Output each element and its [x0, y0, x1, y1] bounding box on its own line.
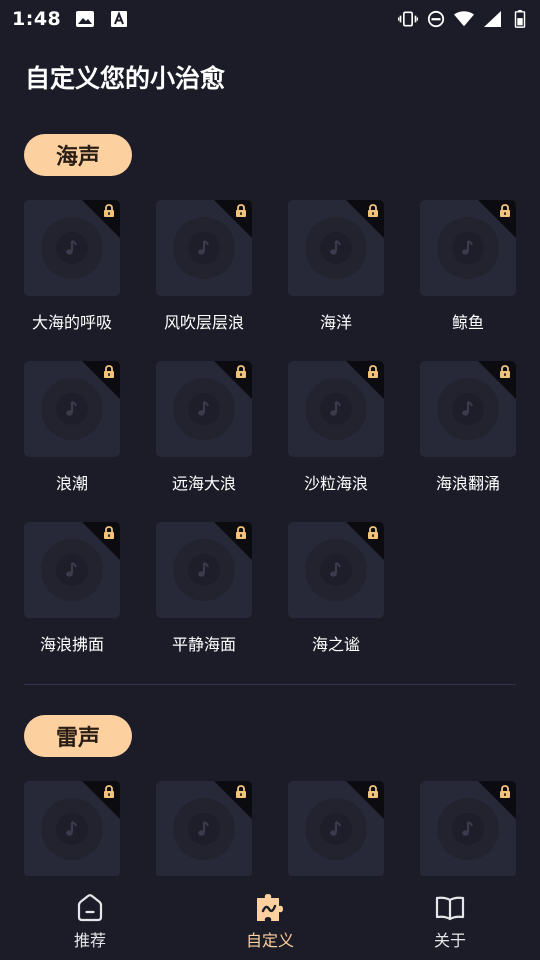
- font-notification-icon: [111, 11, 128, 27]
- nav-item-custom[interactable]: 自定义: [210, 876, 330, 960]
- section-divider: [24, 684, 516, 685]
- status-bar: 1:48: [0, 0, 540, 38]
- sound-card[interactable]: [156, 781, 252, 877]
- section-pill-ocean[interactable]: 海声: [24, 134, 132, 176]
- sound-card[interactable]: [24, 781, 120, 877]
- sound-card-label: 海之谧: [311, 635, 360, 654]
- sound-card[interactable]: [420, 200, 516, 296]
- sound-card-label: 大海的呼吸: [31, 313, 112, 332]
- lock-icon: [368, 204, 378, 217]
- signal-icon: [484, 11, 501, 27]
- sound-card-label: 鲸鱼: [451, 313, 484, 332]
- wifi-icon: [454, 11, 474, 27]
- sound-card[interactable]: [156, 200, 252, 296]
- sound-card[interactable]: [288, 522, 384, 618]
- lock-icon: [236, 365, 246, 378]
- lock-icon: [500, 204, 510, 217]
- lock-icon: [236, 204, 246, 217]
- nav-label-custom: 自定义: [245, 931, 294, 950]
- sound-card[interactable]: [156, 522, 252, 618]
- do-not-disturb-icon: [427, 10, 445, 28]
- sound-card-label: 风吹层层浪: [163, 313, 244, 332]
- sound-card[interactable]: [24, 522, 120, 618]
- lock-icon: [500, 785, 510, 798]
- sound-card[interactable]: [288, 781, 384, 877]
- lock-icon: [368, 365, 378, 378]
- sound-card-label: 海浪拂面: [39, 635, 104, 654]
- nav-label-about: 关于: [433, 931, 466, 950]
- sound-card[interactable]: [288, 361, 384, 457]
- sound-card[interactable]: [420, 361, 516, 457]
- sound-card[interactable]: [420, 781, 516, 877]
- section-pill-thunder[interactable]: 雷声: [24, 715, 132, 757]
- status-time: 1:48: [12, 8, 62, 30]
- puzzle-icon: [257, 894, 283, 921]
- bottom-nav: 推荐 自定义 关于: [0, 876, 540, 960]
- sound-card[interactable]: [24, 200, 120, 296]
- home-icon: [77, 894, 103, 922]
- sound-card-label: 海洋: [319, 313, 352, 332]
- lock-icon: [104, 204, 114, 217]
- lock-icon: [236, 526, 246, 539]
- sound-card[interactable]: [288, 200, 384, 296]
- sound-card-label: 平静海面: [171, 635, 236, 654]
- lock-icon: [368, 526, 378, 539]
- lock-icon: [104, 365, 114, 378]
- nav-label-recommend: 推荐: [73, 931, 106, 950]
- battery-icon: [514, 10, 526, 28]
- book-icon: [435, 896, 465, 921]
- status-left: 1:48: [12, 8, 129, 30]
- sound-card[interactable]: [156, 361, 252, 457]
- page-title: 自定义您的小治愈: [25, 64, 226, 93]
- lock-icon: [104, 526, 114, 539]
- sound-card-label: 远海大浪: [171, 474, 236, 493]
- sound-card-label: 沙粒海浪: [303, 474, 368, 493]
- sound-card-label: 海浪翻涌: [435, 474, 500, 493]
- image-notification-icon: [76, 11, 95, 27]
- lock-icon: [104, 785, 114, 798]
- lock-icon: [500, 365, 510, 378]
- lock-icon: [236, 785, 246, 798]
- nav-item-recommend[interactable]: 推荐: [30, 876, 150, 960]
- lock-icon: [368, 785, 378, 798]
- sound-card-label: 浪潮: [55, 474, 88, 493]
- status-right: [398, 10, 530, 28]
- nav-item-about[interactable]: 关于: [390, 876, 510, 960]
- vibrate-icon: [398, 11, 418, 27]
- sound-card[interactable]: [24, 361, 120, 457]
